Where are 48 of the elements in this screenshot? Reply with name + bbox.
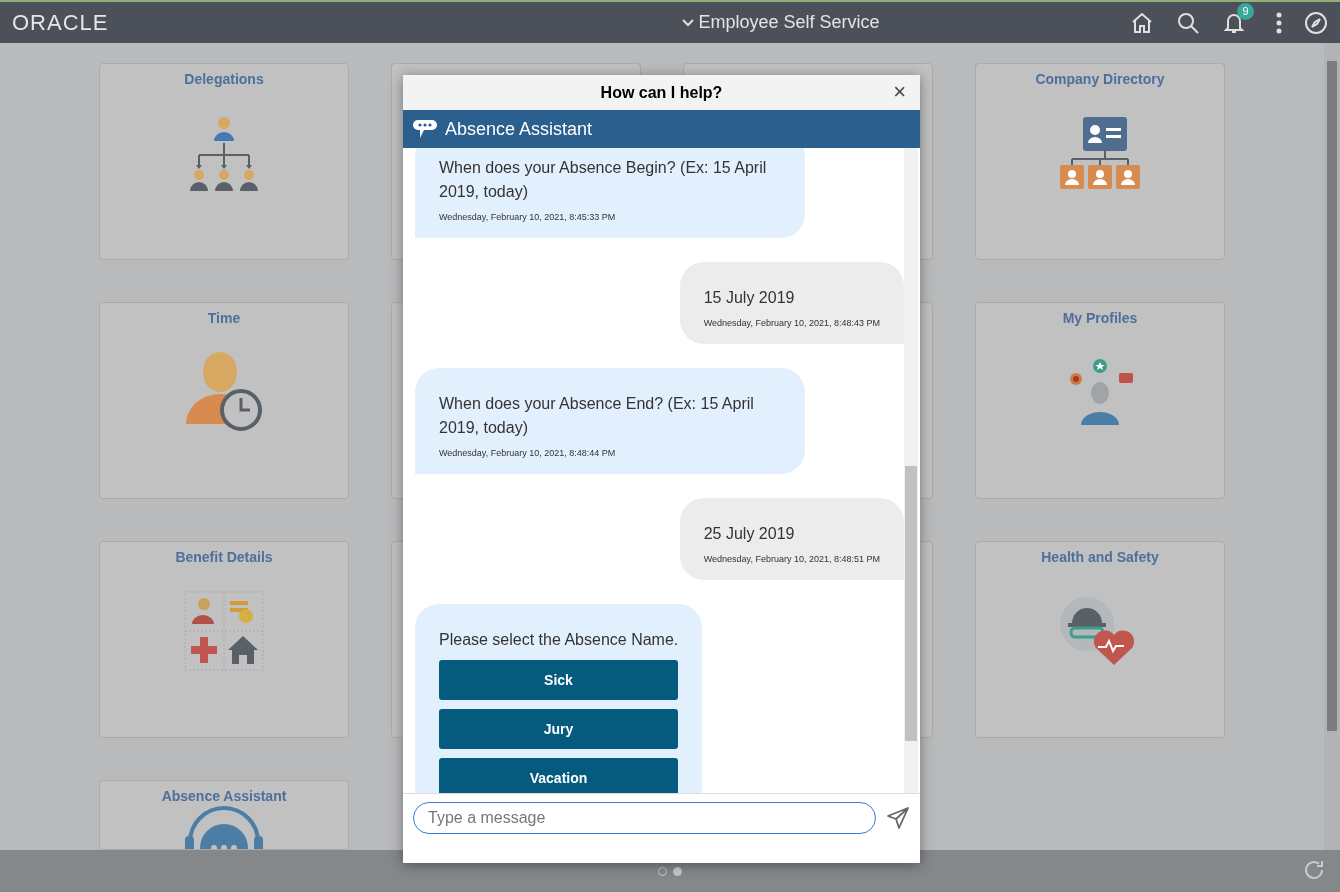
search-icon[interactable] xyxy=(1176,10,1200,35)
option-button[interactable]: Sick xyxy=(439,660,678,700)
tile[interactable]: Benefit Details xyxy=(99,541,349,738)
tile-title: My Profiles xyxy=(1062,310,1138,326)
tile-title: Delegations xyxy=(184,71,264,87)
page-title: Employee Self Service xyxy=(698,12,880,33)
chat-bubble-icon xyxy=(413,120,437,138)
message-text: 15 July 2019 xyxy=(703,288,796,308)
more-icon[interactable] xyxy=(1276,11,1282,34)
message-time: Wednesday, February 10, 2021, 8:48:51 PM xyxy=(703,554,880,564)
assistant-name: Absence Assistant xyxy=(445,118,593,140)
tile-title: Benefit Details xyxy=(175,549,273,565)
notifications-button[interactable]: 9 xyxy=(1222,2,1254,35)
page-scrollbar[interactable] xyxy=(1324,43,1340,850)
home-icon[interactable] xyxy=(1130,10,1154,35)
close-button[interactable]: × xyxy=(893,81,906,103)
tile[interactable]: Time xyxy=(99,302,349,499)
chevron-down-icon[interactable] xyxy=(682,18,695,27)
chat-scrollbar[interactable] xyxy=(904,148,918,793)
option-button[interactable]: Jury xyxy=(439,709,678,749)
message-time: Wednesday, February 10, 2021, 8:48:43 PM xyxy=(703,318,880,328)
message-text: When does your Absence End? (Ex: 15 April 2019, today) xyxy=(439,394,755,438)
message-input[interactable]: Type a message xyxy=(413,802,876,834)
message-time: Wednesday, February 10, 2021, 8:48:44 PM xyxy=(439,448,617,458)
send-icon[interactable] xyxy=(886,806,910,830)
message-text: 25 July 2019 xyxy=(703,524,796,544)
notification-count: 9 xyxy=(1237,2,1254,20)
oracle-logo: ORACLE xyxy=(12,9,110,36)
message-text: When does your Absence Begin? (Ex: 15 April 2019, today) xyxy=(439,158,768,202)
dialog-title: How can I help? xyxy=(600,83,723,102)
benefits-icon xyxy=(184,591,264,671)
tile[interactable]: Delegations xyxy=(99,63,349,260)
directory-icon xyxy=(1059,117,1141,189)
tile-title: Company Directory xyxy=(1035,71,1165,87)
page-dot[interactable] xyxy=(673,866,682,876)
message-text: Please select the Absence Name. xyxy=(439,630,679,650)
person-clock-icon xyxy=(186,352,262,432)
tile[interactable]: Health and Safety xyxy=(975,541,1225,738)
tile-title: Health and Safety xyxy=(1041,549,1159,565)
message-time: Wednesday, February 10, 2021, 8:45:33 PM xyxy=(439,212,617,222)
tile[interactable]: Company Directory xyxy=(975,63,1225,260)
tile-title: Absence Assistant xyxy=(161,788,287,804)
tile-title: Time xyxy=(207,310,241,326)
tile[interactable]: Absence Assistant xyxy=(99,780,349,850)
compass-icon[interactable] xyxy=(1304,10,1328,35)
tile[interactable]: My Profiles xyxy=(975,302,1225,499)
option-button[interactable]: Vacation xyxy=(439,758,678,793)
org-chart-icon xyxy=(188,115,260,191)
